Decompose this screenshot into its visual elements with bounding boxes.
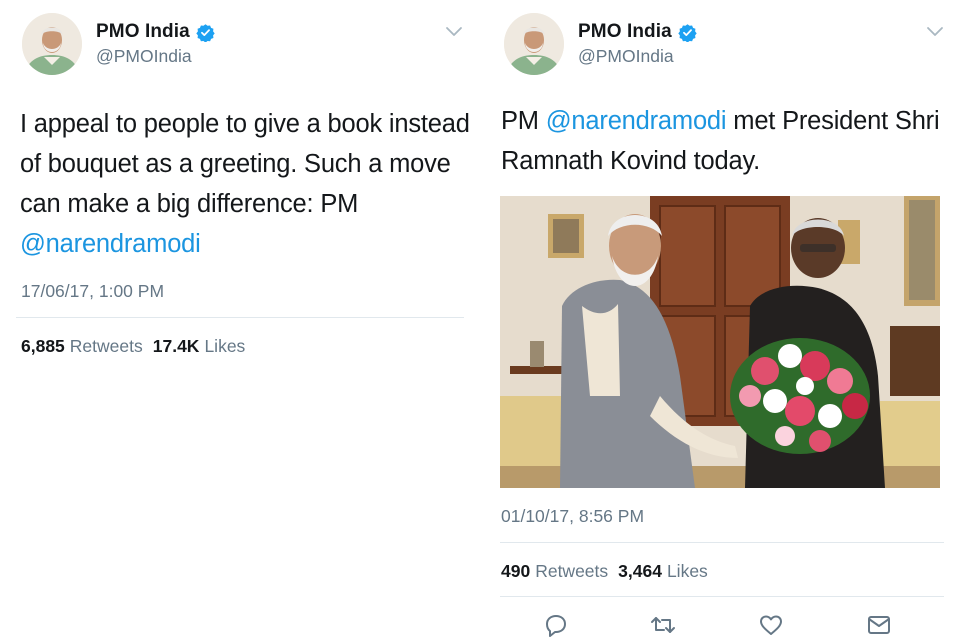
retweet-label[interactable]: Retweets bbox=[535, 561, 608, 582]
like-count[interactable]: 17.4K bbox=[153, 336, 200, 357]
direct-message-icon[interactable] bbox=[866, 612, 892, 637]
tweet-text-body: I appeal to people to give a book instea… bbox=[20, 110, 470, 218]
tweet-stats: 6,885 Retweets 17.4K Likes bbox=[21, 336, 255, 357]
divider bbox=[500, 596, 944, 597]
retweet-icon[interactable] bbox=[650, 612, 676, 637]
mention-link[interactable]: @narendramodi bbox=[20, 230, 201, 258]
author-row[interactable]: PMO India bbox=[578, 21, 697, 43]
tweet-text: PM @narendramodi met President Shri Ramn… bbox=[501, 101, 951, 181]
chevron-down-icon[interactable] bbox=[926, 26, 944, 38]
tweet-actions bbox=[500, 612, 944, 637]
tweet-stats: 490 Retweets 3,464 Likes bbox=[501, 561, 718, 582]
chevron-down-icon[interactable] bbox=[445, 26, 463, 38]
author-handle[interactable]: @PMOIndia bbox=[96, 46, 192, 67]
like-label[interactable]: Likes bbox=[204, 336, 245, 357]
tweet-photo[interactable] bbox=[500, 196, 940, 488]
tweet-timestamp[interactable]: 17/06/17, 1:00 PM bbox=[21, 281, 164, 302]
tweet-card: PMO India @PMOIndia PM @narendramodi met… bbox=[480, 0, 960, 637]
avatar[interactable] bbox=[504, 13, 564, 75]
avatar[interactable] bbox=[22, 13, 82, 75]
display-name[interactable]: PMO India bbox=[578, 21, 672, 43]
retweet-count[interactable]: 490 bbox=[501, 561, 530, 582]
author-row[interactable]: PMO India bbox=[96, 21, 215, 43]
tweet-timestamp[interactable]: 01/10/17, 8:56 PM bbox=[501, 506, 644, 527]
mention-link[interactable]: @narendramodi bbox=[546, 107, 727, 135]
display-name[interactable]: PMO India bbox=[96, 21, 190, 43]
like-icon[interactable] bbox=[758, 612, 784, 637]
like-count[interactable]: 3,464 bbox=[618, 561, 662, 582]
retweet-count[interactable]: 6,885 bbox=[21, 336, 65, 357]
tweet-card: PMO India @PMOIndia I appeal to people t… bbox=[0, 0, 480, 637]
tweet-text-prefix: PM bbox=[501, 107, 546, 135]
divider bbox=[16, 317, 464, 318]
divider bbox=[500, 542, 944, 543]
author-handle[interactable]: @PMOIndia bbox=[578, 46, 674, 67]
verified-badge-icon bbox=[196, 23, 215, 42]
tweet-text: I appeal to people to give a book instea… bbox=[20, 104, 470, 264]
like-label[interactable]: Likes bbox=[667, 561, 708, 582]
verified-badge-icon bbox=[678, 23, 697, 42]
retweet-label[interactable]: Retweets bbox=[70, 336, 143, 357]
avatar-image bbox=[22, 13, 82, 75]
photo-image bbox=[500, 196, 940, 488]
reply-icon[interactable] bbox=[542, 612, 568, 637]
avatar-image bbox=[504, 13, 564, 75]
